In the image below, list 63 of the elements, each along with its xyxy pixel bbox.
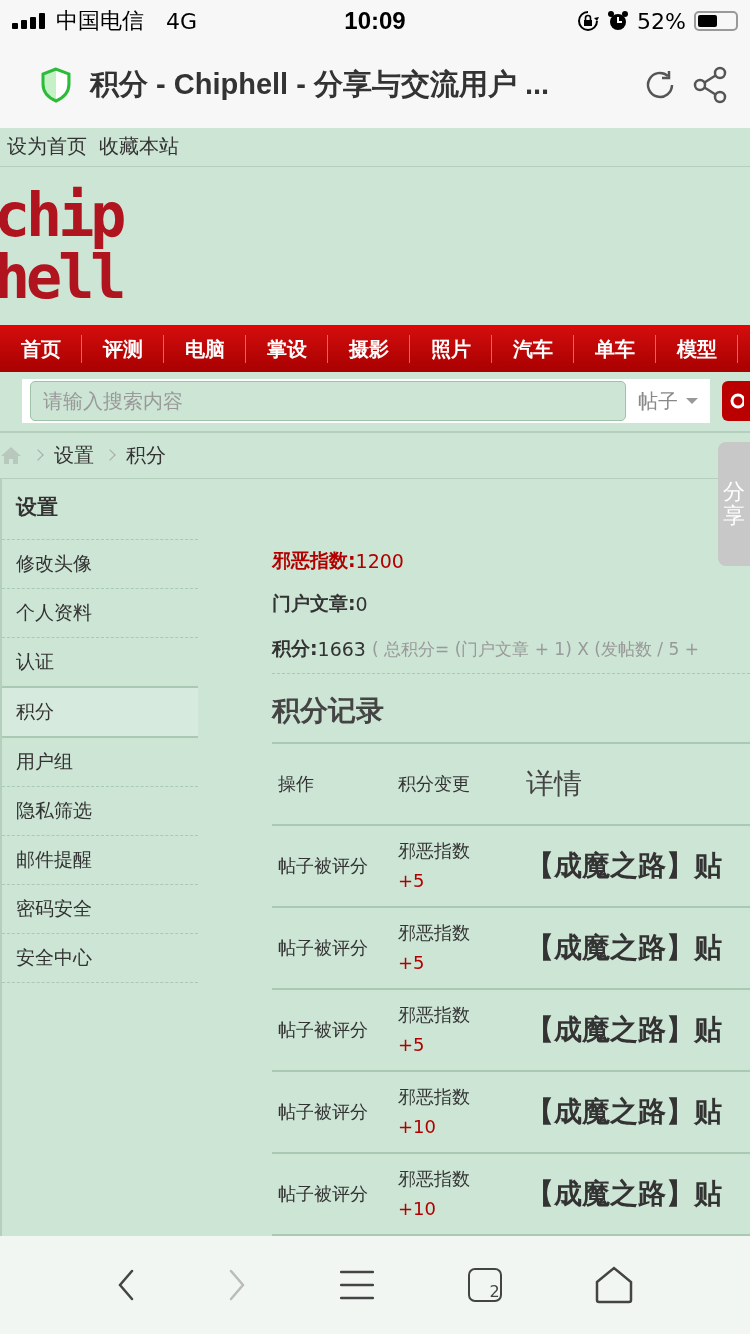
stat-line: 积分:1663 ( 总积分= (门户文章 + 1) X (发帖数 / 5 +	[272, 625, 750, 674]
column-header: 操作	[277, 772, 315, 796]
record-link[interactable]: 【成魔之路】贴	[526, 1175, 722, 1213]
nav-link[interactable]: 单车	[574, 335, 656, 364]
breadcrumb-link[interactable]: 设置	[54, 441, 94, 469]
table-cell-text: 邪恶指数 +5	[398, 1003, 471, 1057]
rotation-lock-icon	[577, 10, 600, 32]
shield-icon	[40, 67, 72, 103]
search-scope-dropdown[interactable]: 帖子	[626, 387, 710, 415]
record-link[interactable]: 【成魔之路】贴	[526, 929, 722, 967]
nav-link[interactable]: 摄影	[328, 335, 410, 364]
table-cell-text: 邪恶指数 +5	[398, 921, 471, 975]
stat-line: 邪恶指数:1200	[272, 547, 405, 574]
section-title: 积分记录	[272, 680, 750, 744]
sidebar-item[interactable]: 隐私筛选	[2, 787, 198, 836]
battery-icon	[694, 11, 738, 31]
sidebar-item[interactable]: 修改头像	[2, 540, 198, 589]
nav-link[interactable]: 首页	[0, 335, 82, 364]
carrier-name: 中国电信	[56, 7, 144, 35]
sidebar-item[interactable]: 邮件提醒	[2, 836, 198, 885]
nav-link[interactable]: 掌设	[246, 335, 328, 364]
sidebar-item[interactable]: 用户组	[2, 738, 198, 787]
clock-time: 10:09	[344, 7, 406, 35]
sidebar-item[interactable]: 个人资料	[2, 589, 198, 638]
record-link[interactable]: 【成魔之路】贴	[526, 847, 722, 885]
top-link[interactable]: 收藏本站	[99, 133, 179, 161]
network-type: 4G	[166, 8, 198, 34]
sidebar-title: 设置	[2, 493, 198, 540]
alarm-icon	[607, 10, 630, 32]
nav-link[interactable]: 电脑	[164, 335, 246, 364]
top-link[interactable]: 设为首页	[7, 133, 87, 161]
nav-link[interactable]: 评测	[82, 335, 164, 364]
back-icon[interactable]	[116, 1269, 135, 1301]
record-link[interactable]: 【成魔之路】贴	[526, 1011, 722, 1049]
sidebar-item[interactable]: 积分	[2, 686, 198, 738]
column-header: 积分变更	[398, 772, 471, 796]
signal-icon	[12, 13, 48, 29]
nav-link[interactable]: 模型	[656, 335, 738, 364]
table-cell-text: 帖子被评分	[277, 854, 369, 878]
sidebar-item[interactable]: 安全中心	[2, 934, 198, 983]
table-cell-text: 邪恶指数 +10	[398, 1085, 471, 1139]
home-icon[interactable]	[595, 1266, 634, 1304]
record-link[interactable]: 【成魔之路】贴	[526, 1093, 722, 1131]
nav-link[interactable]: 照片	[410, 335, 492, 364]
sidebar-item[interactable]: 密码安全	[2, 885, 198, 934]
breadcrumb-link[interactable]: 积分	[126, 441, 166, 469]
share-icon[interactable]	[692, 66, 728, 104]
table-cell-text: 帖子被评分	[277, 936, 369, 960]
search-field[interactable]: 请输入搜索内容	[30, 381, 626, 422]
search-button[interactable]	[722, 381, 750, 422]
table-cell-text: 帖子被评分	[277, 1100, 369, 1124]
table-cell-text: 邪恶指数 +10	[398, 1167, 471, 1221]
battery-percent: 52%	[637, 8, 686, 34]
column-header: 详情	[526, 766, 582, 802]
search-icon	[728, 392, 744, 411]
stat-line: 门户文章:0	[272, 590, 369, 617]
nav-link[interactable]: 汽车	[492, 335, 574, 364]
table-cell-text: 邪恶指数 +5	[398, 839, 471, 893]
table-cell-text: 帖子被评分	[277, 1182, 369, 1206]
table-cell-text: 帖子被评分	[277, 1018, 369, 1042]
tabs-button[interactable]: 2	[467, 1268, 502, 1302]
page-title: 积分 - Chiphell - 分享与交流用户 ...	[90, 67, 551, 102]
menu-icon[interactable]	[340, 1270, 374, 1300]
